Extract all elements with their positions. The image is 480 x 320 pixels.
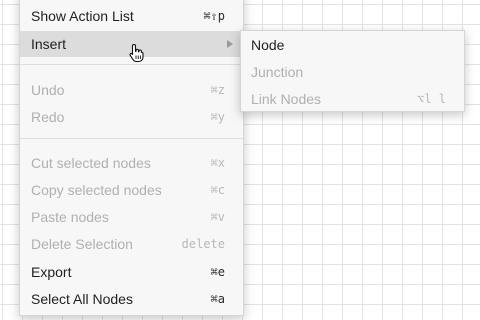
menu-item-copy-selected-nodes[interactable]: Copy selected nodes ⌘c — [20, 177, 243, 203]
submenu-item-link-nodes[interactable]: Link Nodes ⌥l l — [241, 86, 464, 112]
submenu-item-junction[interactable]: Junction — [241, 59, 464, 85]
menu-item-shortcut: ⌥l l — [417, 92, 446, 106]
menu-item-label: Node — [251, 37, 285, 53]
menu-separator — [20, 138, 243, 139]
menu-item-delete-selection[interactable]: Delete Selection delete — [20, 231, 243, 257]
menu-item-label: Cut selected nodes — [31, 155, 151, 171]
menu-item-shortcut: ⌘e — [210, 265, 225, 279]
menu-item-undo[interactable]: Undo ⌘z — [20, 77, 243, 103]
menu-item-label: Junction — [251, 64, 304, 80]
menu-item-show-action-list[interactable]: Show Action List ⌘⇧p — [20, 3, 243, 29]
menu-item-label: Redo — [31, 109, 65, 125]
menu-item-shortcut: ⌘x — [210, 156, 225, 170]
menu-item-label: Export — [31, 264, 72, 280]
menu-item-shortcut: ⌘c — [210, 183, 225, 197]
menu-item-shortcut: ⌘v — [210, 210, 225, 224]
menu-item-shortcut: delete — [181, 237, 225, 251]
menu-item-label: Select All Nodes — [31, 291, 133, 307]
insert-submenu: Node Junction Link Nodes ⌥l l — [240, 30, 465, 112]
menu-item-label: Paste nodes — [31, 209, 109, 225]
menu-item-paste-nodes[interactable]: Paste nodes ⌘v — [20, 204, 243, 230]
menu-item-export[interactable]: Export ⌘e — [20, 259, 243, 285]
menu-item-select-all-nodes[interactable]: Select All Nodes ⌘a — [20, 286, 243, 312]
menu-item-label: Copy selected nodes — [31, 182, 162, 198]
menu-item-label: Delete Selection — [31, 236, 133, 252]
chevron-right-icon — [227, 40, 233, 48]
hand-pointer-icon — [129, 43, 144, 63]
menu-item-redo[interactable]: Redo ⌘y — [20, 104, 243, 130]
menu-separator — [20, 64, 243, 65]
menu-item-label: Show Action List — [31, 8, 134, 24]
menu-item-label: Link Nodes — [251, 91, 322, 107]
menu-item-label: Undo — [31, 82, 65, 98]
menu-item-shortcut: ⌘⇧p — [203, 9, 225, 23]
menu-item-shortcut: ⌘a — [210, 292, 225, 306]
menu-item-shortcut: ⌘z — [210, 83, 225, 97]
menu-item-cut-selected-nodes[interactable]: Cut selected nodes ⌘x — [20, 150, 243, 176]
menu-item-label: Insert — [31, 36, 67, 52]
menu-item-shortcut: ⌘y — [210, 110, 225, 124]
submenu-item-node[interactable]: Node — [241, 32, 464, 58]
